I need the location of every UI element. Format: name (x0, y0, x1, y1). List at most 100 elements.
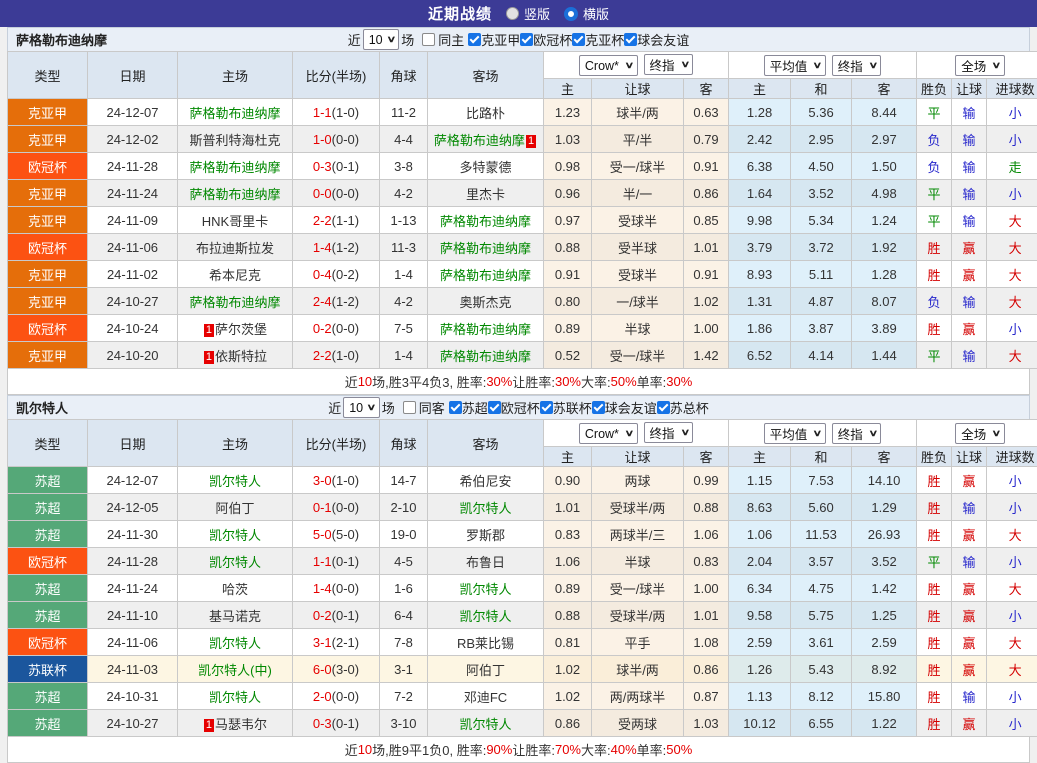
team-name[interactable]: 比路朴 (466, 106, 505, 121)
crow-odds-handicap: 两球半/三 (592, 521, 684, 548)
league-filter[interactable]: 苏联杯 (540, 398, 592, 417)
team-name[interactable]: 凯尔特人 (459, 501, 511, 516)
checkbox-checked-icon[interactable] (592, 401, 605, 414)
avg-odds-home: 1.86 (729, 315, 791, 342)
same-venue-filter[interactable]: 同客 (403, 398, 445, 417)
bookmaker-select[interactable]: Crow*∨ (579, 55, 638, 76)
corner-score: 7-8 (380, 629, 428, 656)
league-filter[interactable]: 克亚杯 (572, 30, 624, 49)
average-select[interactable]: 平均值∨ (764, 55, 826, 76)
team-name[interactable]: 阿伯丁 (215, 501, 254, 516)
team-name[interactable]: 萨格勒布迪纳摩 (189, 160, 280, 175)
fulltime-score: 0-2 (313, 321, 332, 336)
away-team-cell: 凯尔特人 (428, 575, 544, 602)
team-name[interactable]: 布拉迪斯拉发 (196, 241, 274, 256)
team-name[interactable]: 萨格勒布迪纳摩 (440, 241, 531, 256)
result-handicap: 赢 (952, 575, 987, 602)
team-name[interactable]: 萨格勒布迪纳摩 (440, 268, 531, 283)
avg-odds-away: 4.98 (852, 180, 917, 207)
league-filter[interactable]: 球会友谊 (592, 398, 657, 417)
scope-select[interactable]: 全场∨ (955, 55, 1005, 76)
team-name[interactable]: 萨格勒布迪纳摩 (189, 106, 280, 121)
team-name[interactable]: 里杰卡 (466, 187, 505, 202)
halftime-score: (1-0) (332, 348, 359, 363)
team-name[interactable]: 凯尔特人 (209, 690, 261, 705)
match-count-select[interactable]: 10 ∨ (363, 29, 400, 50)
team-name[interactable]: 哈茨 (222, 582, 248, 597)
match-count-select[interactable]: 10 ∨ (343, 397, 380, 418)
match-row: 欧冠杯24-11-06凯尔特人3-1(2-1)7-8RB莱比锡0.81平手1.0… (8, 629, 1037, 656)
team-name[interactable]: 阿伯丁 (466, 663, 505, 678)
team-name[interactable]: 希伯尼安 (459, 474, 511, 489)
league-filter[interactable]: 球会友谊 (624, 30, 689, 49)
checkbox-checked-icon[interactable] (449, 401, 462, 414)
team-name[interactable]: 凯尔特人 (459, 717, 511, 732)
team-name[interactable]: 依斯特拉 (215, 349, 267, 364)
scope-select[interactable]: 全场∨ (955, 423, 1005, 444)
layout-radio-horizontal[interactable]: 横版 (564, 4, 609, 23)
league-filter[interactable]: 克亚甲 (468, 30, 520, 49)
crow-odds-handicap: 半球 (592, 315, 684, 342)
league-filter[interactable]: 苏超 (449, 398, 488, 417)
bookmaker-select[interactable]: Crow*∨ (579, 423, 638, 444)
layout-radio-vertical[interactable]: 竖版 (506, 4, 550, 23)
team-name[interactable]: 凯尔特人(中) (198, 663, 272, 678)
team-name[interactable]: 多特蒙德 (459, 160, 511, 175)
team-name[interactable]: 凯尔特人 (459, 582, 511, 597)
radio-unselected-icon[interactable] (506, 7, 519, 20)
league-filter[interactable]: 欧冠杯 (520, 30, 572, 49)
team-name[interactable]: 萨格勒布迪纳摩 (440, 349, 531, 364)
same-venue-filter[interactable]: 同主 (422, 30, 464, 49)
radio-selected-icon[interactable] (564, 7, 578, 21)
avg-odds-away: 2.59 (852, 629, 917, 656)
team-name[interactable]: 萨格勒布迪纳摩 (189, 187, 280, 202)
checkbox-checked-icon[interactable] (520, 33, 533, 46)
result-handicap: 赢 (952, 629, 987, 656)
team-name[interactable]: 马瑟韦尔 (215, 717, 267, 732)
odds-time-select[interactable]: 终指∨ (644, 422, 694, 443)
team-name[interactable]: 斯普利特海杜克 (189, 133, 280, 148)
odds-time-select-2[interactable]: 终指∨ (832, 55, 882, 76)
average-select[interactable]: 平均值∨ (764, 423, 826, 444)
checkbox-checked-icon[interactable] (488, 401, 501, 414)
checkbox-checked-icon[interactable] (540, 401, 553, 414)
page-title: 近期战绩 (428, 3, 492, 24)
team-name[interactable]: RB莱比锡 (457, 636, 514, 651)
team-name[interactable]: 凯尔特人 (209, 474, 261, 489)
odds-time-select-2[interactable]: 终指∨ (832, 423, 882, 444)
team-name[interactable]: 萨格勒布迪纳摩 (440, 322, 531, 337)
avg-odds-away: 26.93 (852, 521, 917, 548)
checkbox-checked-icon[interactable] (657, 401, 670, 414)
checkbox-checked-icon[interactable] (572, 33, 585, 46)
result-win-draw-loss: 负 (917, 126, 952, 153)
team-name[interactable]: 罗斯郡 (466, 528, 505, 543)
team-name[interactable]: 萨格勒布迪纳摩 (434, 133, 525, 148)
chevron-down-icon: ∨ (813, 60, 823, 71)
avg-odds-home: 1.06 (729, 521, 791, 548)
checkbox-unchecked-icon[interactable] (422, 33, 435, 46)
league-filter[interactable]: 欧冠杯 (488, 398, 540, 417)
match-type-badge: 苏超 (8, 575, 88, 602)
team-name[interactable]: 邓迪FC (464, 690, 507, 705)
team-name[interactable]: 凯尔特人 (209, 636, 261, 651)
checkbox-checked-icon[interactable] (468, 33, 481, 46)
team-name[interactable]: 萨格勒布迪纳摩 (189, 295, 280, 310)
team-name[interactable]: 奥斯杰克 (459, 295, 511, 310)
team-name[interactable]: 萨尔茨堡 (215, 322, 267, 337)
team-name[interactable]: 基马诺克 (209, 609, 261, 624)
away-team-cell: 凯尔特人 (428, 494, 544, 521)
team-name[interactable]: 布鲁日 (466, 555, 505, 570)
team-name[interactable]: HNK哥里卡 (202, 214, 268, 229)
team-name[interactable]: 凯尔特人 (209, 555, 261, 570)
team-name[interactable]: 凯尔特人 (459, 609, 511, 624)
team-name[interactable]: 凯尔特人 (209, 528, 261, 543)
team-name[interactable]: 希本尼克 (209, 268, 261, 283)
league-filter[interactable]: 苏总杯 (657, 398, 709, 417)
checkbox-checked-icon[interactable] (624, 33, 637, 46)
checkbox-unchecked-icon[interactable] (403, 401, 416, 414)
team-name[interactable]: 萨格勒布迪纳摩 (440, 214, 531, 229)
fulltime-score: 0-4 (313, 267, 332, 282)
avg-odds-away: 1.50 (852, 153, 917, 180)
away-team-cell: 希伯尼安 (428, 467, 544, 494)
odds-time-select[interactable]: 终指∨ (644, 54, 694, 75)
